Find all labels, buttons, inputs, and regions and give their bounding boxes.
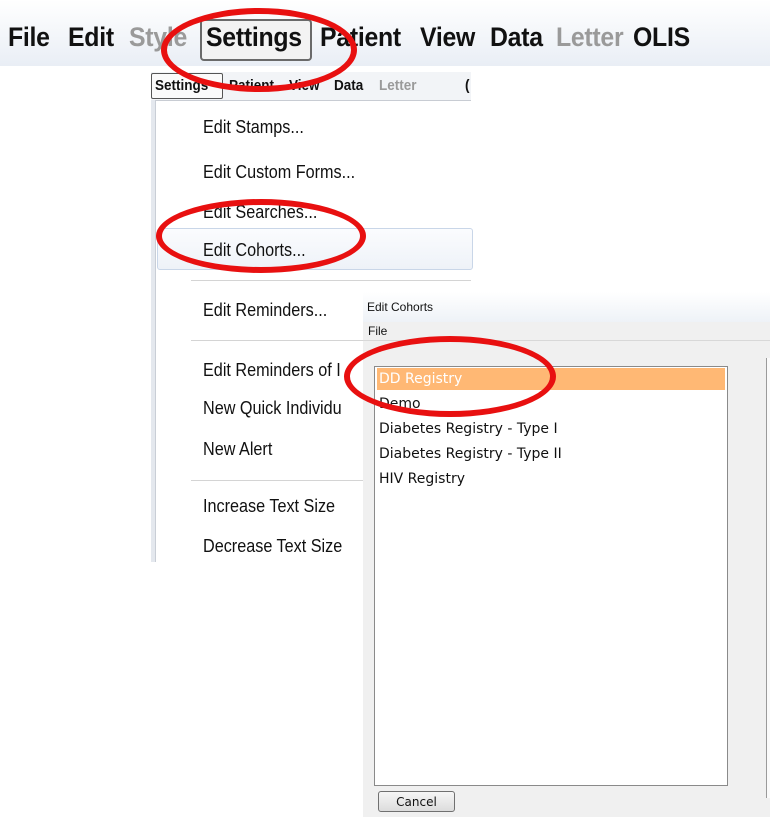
dropdown-menubar: Settings Patient View Data Letter ( [151, 72, 471, 101]
menu-item-edit-reminders[interactable]: Edit Reminders... [203, 300, 327, 321]
menu-style[interactable]: Style [129, 22, 187, 52]
menu-edit[interactable]: Edit [68, 22, 114, 52]
dropdown-menu-settings[interactable]: Settings [155, 77, 208, 94]
dialog-right-pane [766, 358, 770, 798]
dialog-title: Edit Cohorts [367, 300, 434, 314]
dropdown-menu-view[interactable]: View [289, 77, 320, 94]
menu-item-edit-cohorts[interactable]: Edit Cohorts... [203, 240, 306, 261]
dialog-menubar: File [363, 322, 770, 341]
menu-patient[interactable]: Patient [320, 22, 401, 52]
cohort-list[interactable]: DD Registry Demo Diabetes Registry - Typ… [374, 366, 728, 786]
menu-item-new-quick-individual[interactable]: New Quick Individu [203, 398, 342, 419]
dialog-menu-file[interactable]: File [368, 324, 387, 338]
menu-item-edit-searches[interactable]: Edit Searches... [203, 202, 317, 223]
menu-item-edit-stamps[interactable]: Edit Stamps... [203, 117, 304, 138]
menu-olis[interactable]: OLIS [633, 22, 690, 52]
dialog-titlebar: Edit Cohorts [363, 292, 770, 322]
menu-view[interactable]: View [420, 22, 475, 52]
menu-settings[interactable]: Settings [206, 22, 302, 52]
menu-item-new-alert[interactable]: New Alert [203, 439, 272, 460]
menu-item-edit-reminders-of[interactable]: Edit Reminders of I [203, 360, 341, 381]
cohort-list-item-hiv-registry[interactable]: HIV Registry [377, 468, 465, 490]
menu-item-increase-text-size[interactable]: Increase Text Size [203, 496, 335, 517]
dropdown-menu-patient[interactable]: Patient [229, 77, 274, 94]
edit-cohorts-dialog: Edit Cohorts File DD Registry Demo Diabe… [363, 292, 770, 817]
dropdown-icon-gutter [151, 100, 156, 562]
menu-item-decrease-text-size[interactable]: Decrease Text Size [203, 536, 342, 557]
cohort-list-item-diabetes-type-2[interactable]: Diabetes Registry - Type II [377, 443, 562, 465]
menu-separator [191, 280, 471, 281]
menu-data[interactable]: Data [490, 22, 543, 52]
cohort-list-item-diabetes-type-1[interactable]: Diabetes Registry - Type I [377, 418, 558, 440]
dropdown-menu-letter[interactable]: Letter [379, 77, 417, 94]
dropdown-menu-data[interactable]: Data [334, 77, 363, 94]
cohort-list-item-dd-registry[interactable]: DD Registry [377, 368, 725, 390]
cancel-button[interactable]: Cancel [378, 791, 455, 812]
cohort-list-item-demo[interactable]: Demo [377, 393, 421, 415]
dropdown-menu-cut: ( [465, 77, 470, 94]
menu-file[interactable]: File [8, 22, 50, 52]
menu-letter[interactable]: Letter [556, 22, 624, 52]
app-menubar: File Edit Style Settings Patient View Da… [0, 0, 770, 66]
menu-item-edit-custom-forms[interactable]: Edit Custom Forms... [203, 162, 355, 183]
